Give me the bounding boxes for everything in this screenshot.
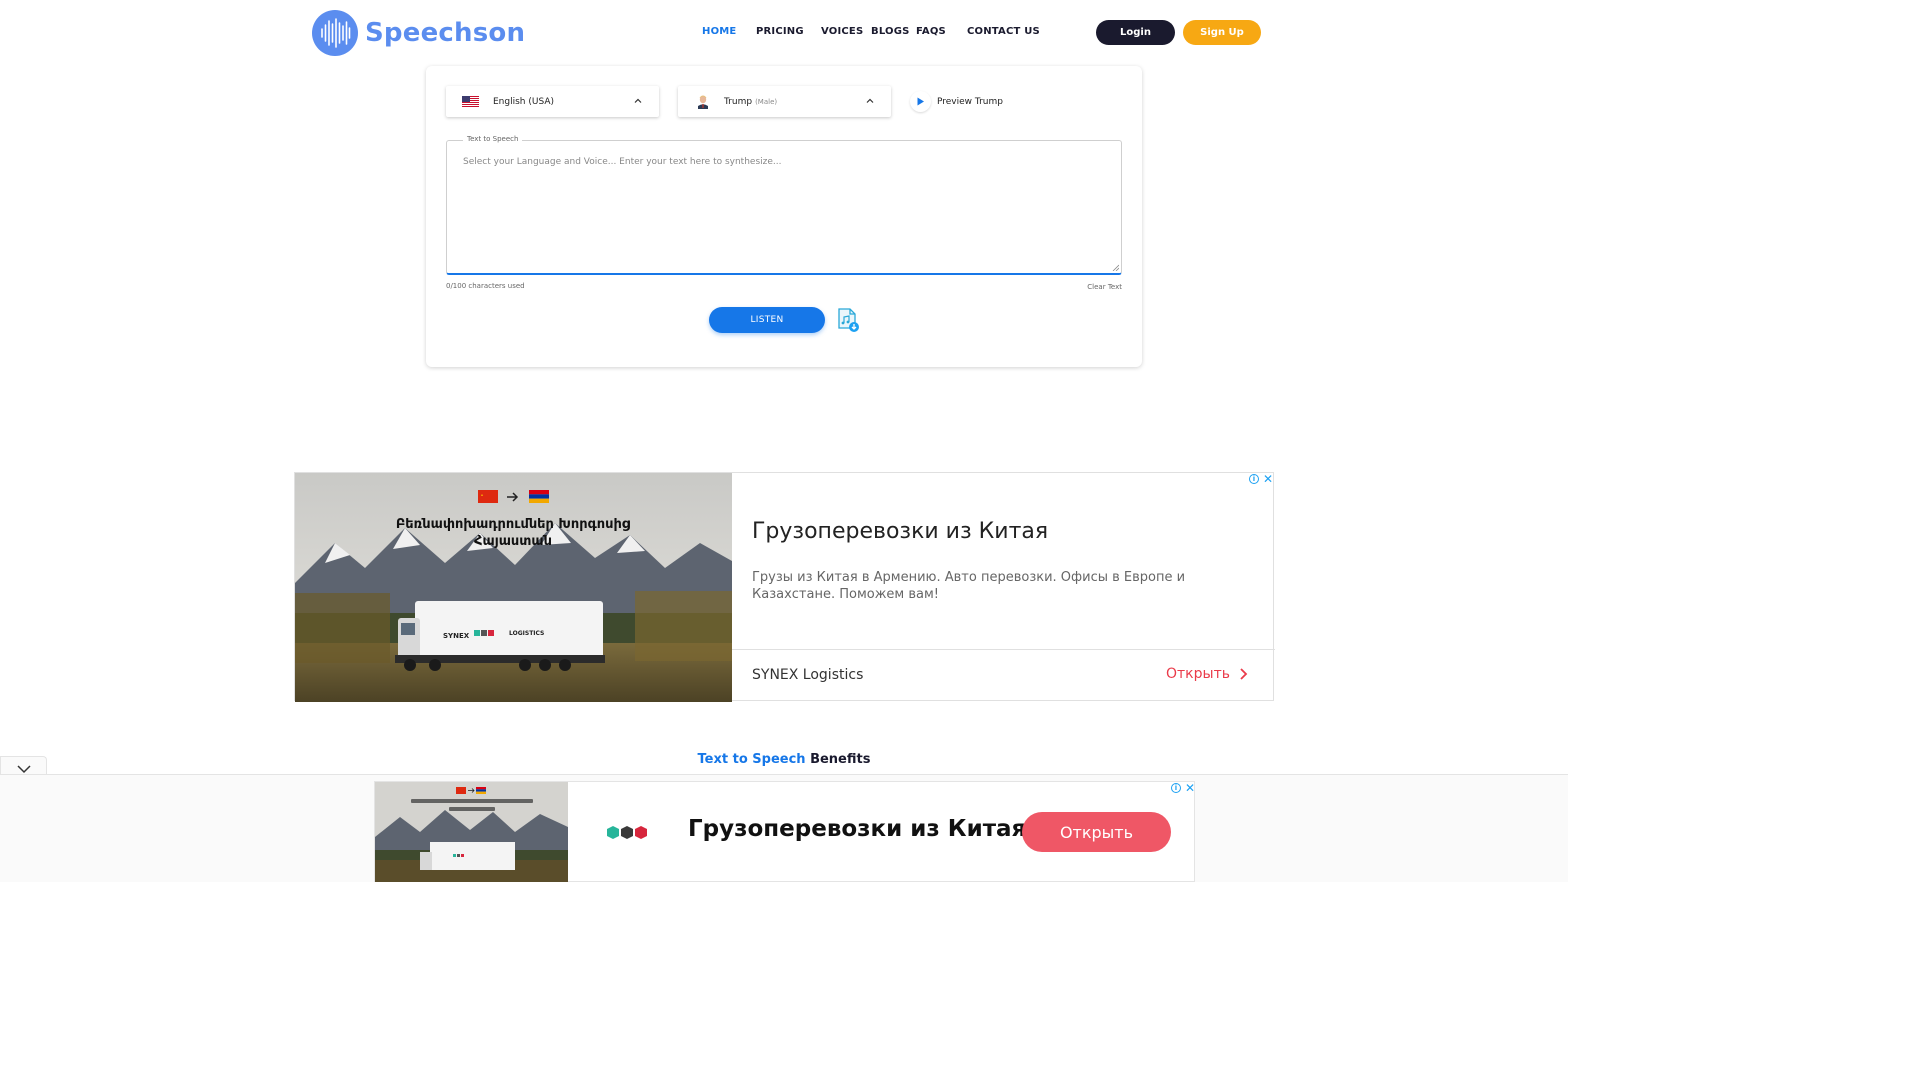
login-button[interactable]: Login xyxy=(1096,20,1175,45)
clear-text-link[interactable]: Clear Text xyxy=(1087,283,1122,291)
ad-description: Грузы из Китая в Армению. Авто перевозки… xyxy=(752,570,1186,602)
voice-label: Trump xyxy=(724,96,753,107)
preview-label: Preview Trump xyxy=(937,96,1003,107)
character-count: 0/100 characters used xyxy=(446,282,525,290)
signup-button[interactable]: Sign Up xyxy=(1183,20,1261,45)
language-label: English (USA) xyxy=(493,96,555,107)
preview-voice-button[interactable]: Preview Trump xyxy=(910,91,1003,112)
ad-close-icon[interactable]: ✕ xyxy=(1263,473,1273,485)
chevron-down-icon xyxy=(17,765,31,774)
advertiser-logo-icon xyxy=(607,826,647,839)
nav-contact-us[interactable]: CONTACT US xyxy=(967,26,1040,37)
ad-open-button[interactable]: Открыть xyxy=(1166,666,1250,682)
ad-image-caption-1: Բեռնափոխադրումներ Խորգոսից xyxy=(396,517,631,532)
tts-card: English (USA) Trump (Male) Preview Trump xyxy=(426,66,1142,367)
ad-divider xyxy=(732,649,1275,650)
sticky-advertisement[interactable]: Грузоперевозки из Китая Открыть i ✕ xyxy=(374,781,1195,882)
truck-brand-text: SYNEX xyxy=(443,632,470,640)
resize-handle-icon[interactable] xyxy=(1112,264,1119,271)
sticky-ad-image xyxy=(375,782,568,882)
main-nav: HOME PRICING VOICES BLOGS FAQS CONTACT U… xyxy=(0,26,1568,40)
ad-badges: i ✕ xyxy=(1249,473,1273,485)
text-input-placeholder: Select your Language and Voice... Enter … xyxy=(463,157,782,167)
nav-home[interactable]: HOME xyxy=(702,26,736,37)
nav-pricing[interactable]: PRICING xyxy=(756,26,804,37)
nav-faqs[interactable]: FAQS xyxy=(916,26,946,37)
page: Speechson HOME PRICING VOICES BLOGS FAQS… xyxy=(0,0,1568,882)
play-icon xyxy=(910,91,931,112)
voice-avatar-icon xyxy=(698,95,708,109)
text-input-legend: Text to Speech xyxy=(463,135,523,143)
text-input-area[interactable]: Text to Speech Select your Language and … xyxy=(446,135,1122,275)
ad-info-icon[interactable]: i xyxy=(1171,783,1181,793)
listen-button[interactable]: LISTEN xyxy=(709,307,825,333)
ad-info-icon[interactable]: i xyxy=(1249,474,1259,484)
china-flag-icon xyxy=(478,490,498,503)
us-flag-icon xyxy=(462,96,479,107)
chevron-up-icon xyxy=(634,98,642,103)
advertisement-banner[interactable]: SYNEX LOGISTICS Բեռնափոխադրումներ Խորգոս… xyxy=(294,472,1275,702)
chevron-up-icon xyxy=(866,98,874,103)
ad-advertiser: SYNEX Logistics xyxy=(752,667,864,683)
language-select[interactable]: English (USA) xyxy=(446,86,659,117)
armenia-flag-icon xyxy=(529,490,549,503)
ad-title[interactable]: Грузоперевозки из Китая xyxy=(752,519,1048,544)
nav-blogs[interactable]: BLOGS xyxy=(871,26,910,37)
sticky-ad-badges: i ✕ xyxy=(1171,782,1195,794)
benefits-rest: Benefits xyxy=(805,752,871,767)
chevron-right-icon xyxy=(1240,668,1248,680)
nav-voices[interactable]: VOICES xyxy=(821,26,863,37)
voice-select[interactable]: Trump (Male) xyxy=(678,86,891,117)
benefits-highlight: Text to Speech xyxy=(697,752,806,767)
ad-image-caption-2: Հայաստան xyxy=(474,534,552,549)
download-audio-icon[interactable] xyxy=(836,307,861,334)
benefits-heading: Text to Speech Benefits xyxy=(0,752,1568,767)
sticky-ad-open-button[interactable]: Открыть xyxy=(1022,812,1171,852)
ad-image: SYNEX LOGISTICS Բեռնափոխադրումներ Խորգոս… xyxy=(295,473,732,702)
truck-brand-text-2: LOGISTICS xyxy=(509,630,544,637)
ad-open-label: Открыть xyxy=(1166,666,1230,682)
ad-close-icon[interactable]: ✕ xyxy=(1185,782,1195,794)
sticky-ad-title[interactable]: Грузоперевозки из Китая xyxy=(688,816,1026,842)
voice-gender: (Male) xyxy=(755,97,778,106)
